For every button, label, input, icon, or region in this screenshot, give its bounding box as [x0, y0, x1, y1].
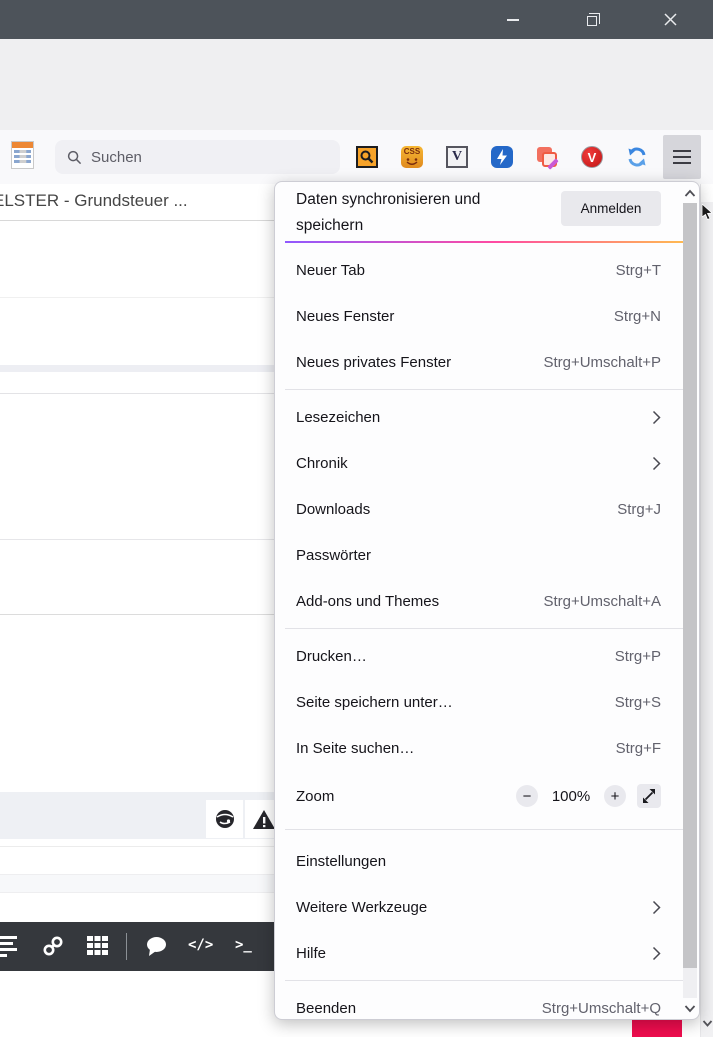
extension-toolbar: CSS V V — [356, 146, 648, 168]
close-button[interactable] — [648, 0, 692, 39]
restore-button[interactable] — [568, 0, 612, 39]
menu-item-in-seite-suchen[interactable]: In Seite suchen… Strg+F — [275, 725, 699, 771]
menu-item-weitere-werkzeuge[interactable]: Weitere Werkzeuge — [275, 884, 699, 930]
v-letter-extension-icon[interactable]: V — [446, 146, 468, 168]
minimize-button[interactable] — [491, 0, 535, 39]
hamburger-icon — [673, 150, 691, 152]
menu-item-neues-fenster[interactable]: Neues Fenster Strg+N — [275, 293, 699, 339]
page-title: ELSTER - Grundsteuer ... — [0, 191, 188, 211]
chrome-area — [0, 39, 713, 130]
browser-window: Suchen CSS V V — [0, 0, 713, 1037]
language-button[interactable] — [206, 800, 243, 838]
image-edit-extension-icon[interactable] — [536, 146, 558, 168]
menu-item-neues-privates-fenster[interactable]: Neues privates Fenster Strg+Umschalt+P — [275, 339, 699, 385]
navigation-toolbar: Suchen CSS V V — [0, 130, 713, 184]
css-style-extension-icon[interactable]: CSS — [401, 146, 423, 168]
menu-scroll-down-button[interactable] — [682, 998, 698, 1018]
menu-scroll-up-button[interactable] — [682, 183, 698, 203]
list-lines-icon[interactable] — [0, 935, 19, 957]
menu-scrollbar[interactable] — [682, 183, 698, 1018]
search-input[interactable]: Suchen — [55, 140, 340, 174]
app-menu-popup: Daten synchronisieren und speichern Anme… — [274, 181, 700, 1020]
menu-item-lesezeichen[interactable]: Lesezeichen — [275, 394, 699, 440]
code-icon[interactable]: </> — [188, 937, 213, 953]
menu-item-neuer-tab[interactable]: Neuer Tab Strg+T — [275, 247, 699, 293]
restore-icon — [587, 16, 597, 26]
zoom-level[interactable]: 100% — [549, 788, 593, 805]
sync-title: Daten synchronisieren und speichern — [296, 187, 534, 239]
title-bar — [0, 0, 713, 39]
menu-item-seite-speichern[interactable]: Seite speichern unter… Strg+S — [275, 679, 699, 725]
scrollbar-down-icon[interactable] — [702, 1015, 713, 1033]
menu-scrollbar-thumb[interactable] — [683, 203, 697, 968]
menu-item-hilfe[interactable]: Hilfe — [275, 930, 699, 976]
chat-bubble-icon[interactable] — [145, 936, 168, 957]
link-icon[interactable] — [42, 935, 64, 957]
mouse-cursor — [702, 204, 713, 220]
close-icon — [664, 13, 677, 26]
menu-list: Neuer Tab Strg+T Neues Fenster Strg+N Ne… — [275, 243, 699, 1020]
chevron-right-icon — [652, 946, 661, 961]
menu-item-addons-themes[interactable]: Add-ons und Themes Strg+Umschalt+A — [275, 578, 699, 624]
v-badge-extension-icon[interactable]: V — [581, 146, 603, 168]
zoom-out-button[interactable]: − — [516, 785, 538, 807]
sync-tabs-extension-icon[interactable] — [626, 146, 648, 168]
menu-separator — [285, 389, 689, 390]
fullscreen-icon — [642, 789, 656, 803]
menu-item-beenden[interactable]: Beenden Strg+Umschalt+Q — [275, 985, 699, 1020]
globe-icon — [214, 808, 236, 830]
chevron-right-icon — [652, 900, 661, 915]
menu-item-passwoerter[interactable]: Passwörter — [275, 532, 699, 578]
menu-item-einstellungen[interactable]: Einstellungen — [275, 838, 699, 884]
chevron-up-icon — [684, 189, 696, 198]
screenshot-search-extension-icon[interactable] — [356, 146, 378, 168]
menu-separator — [285, 628, 689, 629]
menu-item-chronik[interactable]: Chronik — [275, 440, 699, 486]
fullscreen-button[interactable] — [637, 784, 661, 808]
sync-header: Daten synchronisieren und speichern Anme… — [275, 182, 699, 241]
menu-item-drucken[interactable]: Drucken… Strg+P — [275, 633, 699, 679]
menu-item-downloads[interactable]: Downloads Strg+J — [275, 486, 699, 532]
grid-icon[interactable] — [87, 936, 108, 955]
page-thumbnail-icon[interactable] — [11, 141, 34, 169]
search-placeholder: Suchen — [91, 149, 142, 166]
search-icon — [67, 150, 82, 165]
menu-separator — [285, 829, 689, 830]
zoom-in-button[interactable]: + — [604, 785, 626, 807]
minimize-icon — [507, 19, 519, 21]
warning-icon — [252, 809, 276, 830]
terminal-icon[interactable]: >_ — [235, 937, 252, 953]
sign-in-button[interactable]: Anmelden — [561, 191, 661, 226]
chevron-right-icon — [652, 456, 661, 471]
window-scrollbar[interactable] — [700, 184, 713, 1037]
menu-separator — [285, 980, 689, 981]
menu-item-zoom: Zoom − 100% + — [275, 771, 699, 821]
chevron-right-icon — [652, 410, 661, 425]
menu-button[interactable] — [663, 135, 701, 179]
lightning-extension-icon[interactable] — [491, 146, 513, 168]
red-action-button[interactable] — [632, 1020, 682, 1037]
chevron-down-icon — [684, 1004, 696, 1013]
toolbar-divider — [126, 933, 127, 960]
